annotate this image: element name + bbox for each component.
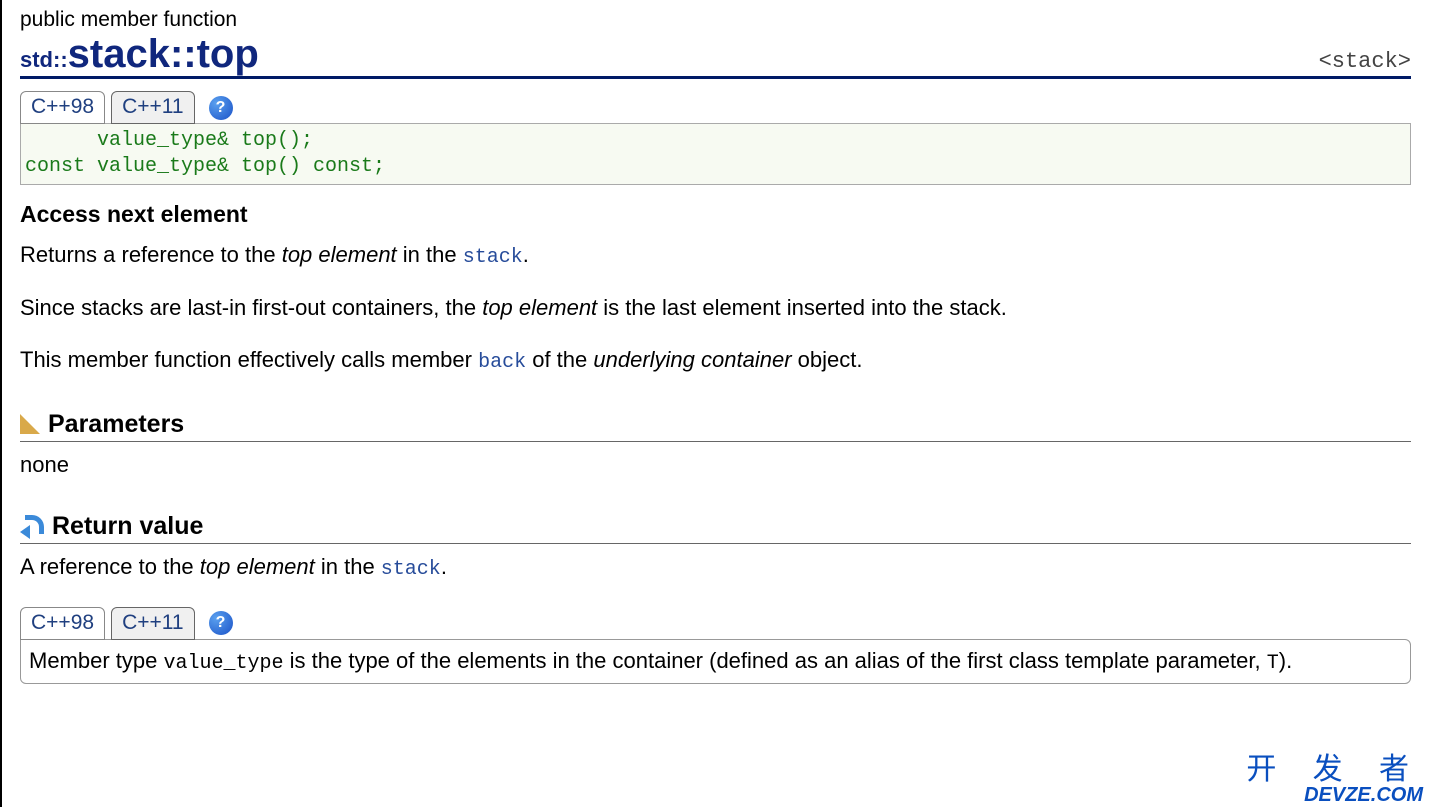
text: Returns a reference to the (20, 242, 282, 267)
text: of the (526, 347, 593, 372)
text-em: top element (200, 554, 315, 579)
parameters-body: none (20, 452, 1411, 478)
page-title: std::stack::top (20, 34, 259, 74)
help-icon[interactable]: ? (209, 96, 233, 120)
text: Member type (29, 648, 164, 673)
section-title-text: Return value (52, 512, 203, 541)
link-stack[interactable]: stack (381, 558, 441, 581)
watermark-cn: 开 发 者 (1246, 755, 1423, 785)
tab-cpp98[interactable]: C++98 (20, 91, 105, 124)
return-value-p: A reference to the top element in the st… (20, 554, 1411, 581)
text-em: top element (282, 242, 397, 267)
category-label: public member function (20, 8, 1411, 32)
header-include: <stack> (1319, 49, 1411, 74)
watermark-en: DEVZE.COM (1246, 785, 1423, 805)
title-separator: :: (170, 32, 197, 76)
version-tab-strip: C++98 C++11 ? (20, 91, 1411, 124)
text: . (523, 242, 529, 267)
text-em: underlying container (593, 347, 791, 372)
link-back[interactable]: back (478, 351, 526, 374)
return-value-box: Member type value_type is the type of th… (20, 639, 1411, 684)
title-class: stack (68, 32, 170, 76)
text: . (441, 554, 447, 579)
text: object. (792, 347, 863, 372)
section-parameters: Parameters (20, 410, 1411, 442)
text-em: top element (482, 295, 597, 320)
text: A reference to the (20, 554, 200, 579)
text: in the (397, 242, 463, 267)
description-p3: This member function effectively calls m… (20, 345, 1411, 376)
brief-title: Access next element (20, 201, 1411, 228)
version-tab-strip-2: C++98 C++11 ? (20, 607, 1411, 640)
title-member: top (197, 32, 259, 76)
watermark: 开 发 者 DEVZE.COM (1246, 755, 1423, 805)
tab-cpp98[interactable]: C++98 (20, 607, 105, 640)
return-icon (20, 515, 44, 537)
text: in the (315, 554, 381, 579)
link-stack[interactable]: stack (463, 246, 523, 269)
title-row: std::stack::top <stack> (20, 34, 1411, 79)
section-return-value: Return value (20, 512, 1411, 544)
triangle-icon (20, 414, 40, 434)
description-p2: Since stacks are last-in first-out conta… (20, 293, 1411, 323)
title-namespace: std:: (20, 47, 68, 72)
signature-code: value_type& top(); const value_type& top… (20, 123, 1411, 185)
text: is the type of the elements in the conta… (284, 648, 1267, 673)
text: ). (1279, 648, 1292, 673)
text: is the last element inserted into the st… (597, 295, 1007, 320)
description-p1: Returns a reference to the top element i… (20, 240, 1411, 271)
tab-cpp11[interactable]: C++11 (111, 607, 195, 640)
code-text: value_type (164, 652, 284, 675)
help-icon[interactable]: ? (209, 611, 233, 635)
text: This member function effectively calls m… (20, 347, 478, 372)
section-title-text: Parameters (48, 410, 184, 439)
code-text: T (1267, 652, 1279, 675)
tab-cpp11[interactable]: C++11 (111, 91, 195, 124)
text: Since stacks are last-in first-out conta… (20, 295, 482, 320)
